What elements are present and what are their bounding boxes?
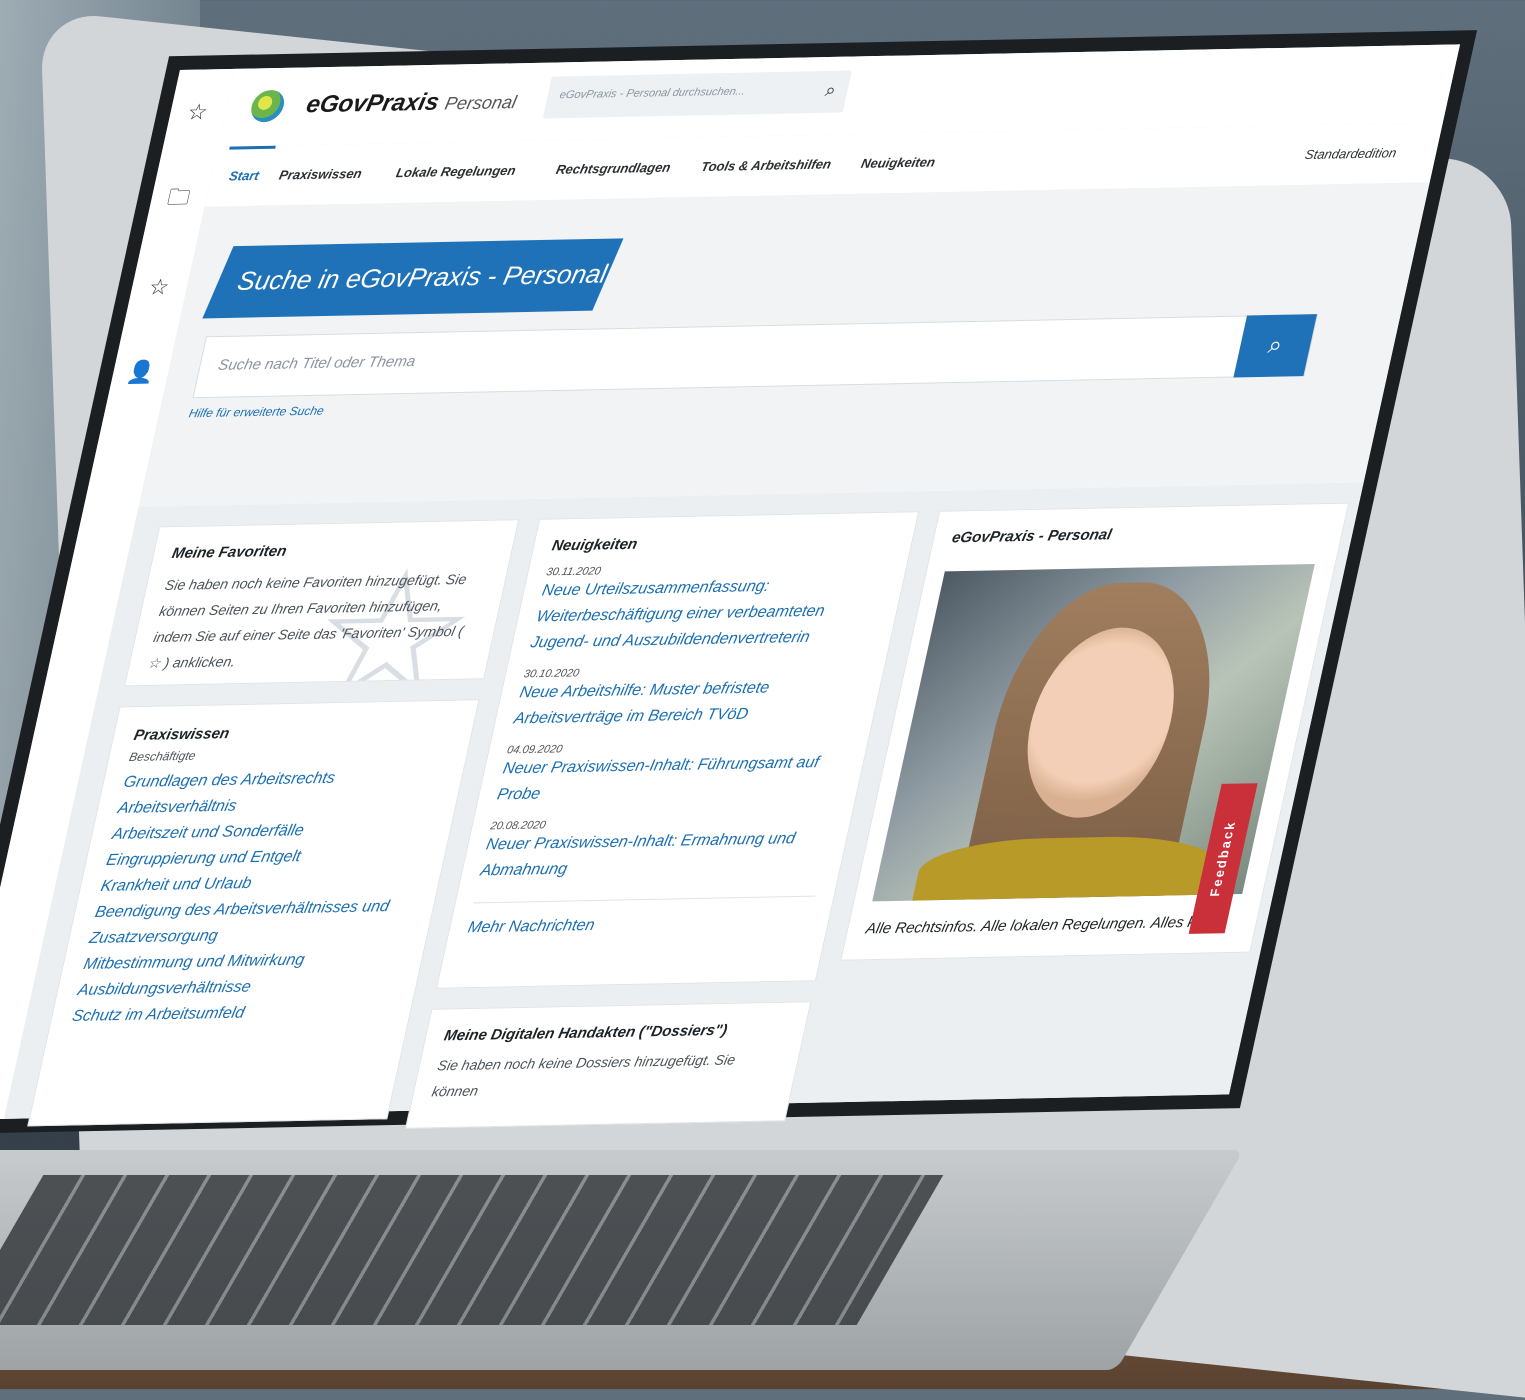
news-link[interactable]: Neuer Praxiswissen-Inhalt: Ermahnung und…: [478, 826, 831, 885]
dossiers-text: Sie haben noch keine Dossiers hinzugefüg…: [430, 1051, 737, 1100]
search-placeholder: Suche nach Titel oder Thema: [216, 352, 418, 374]
user-icon[interactable]: 👤: [124, 359, 158, 386]
edition-label: Standardedition: [1303, 145, 1398, 163]
praxis-link[interactable]: Beendigung des Arbeitsverhältnisses und …: [87, 894, 416, 952]
promo-card: eGovPraxis - Personal Alle Rechtsinfos. …: [840, 502, 1350, 961]
favorites-text: Sie haben noch keine Favoriten hinzugefü…: [146, 570, 469, 672]
more-news-link[interactable]: Mehr Nachrichten: [466, 917, 596, 937]
nav-praxiswissen[interactable]: Praxiswissen: [278, 166, 364, 183]
search-button[interactable]: ⌕: [1233, 314, 1318, 378]
top-search-input[interactable]: eGovPraxis - Personal durchsuchen... ⌕: [542, 70, 852, 119]
main-search-input[interactable]: Suche nach Titel oder Thema ⌕: [192, 314, 1319, 399]
praxis-link[interactable]: Schutz im Arbeitsumfeld: [69, 998, 393, 1030]
news-title: Neuigkeiten: [550, 535, 640, 555]
news-card: Neuigkeiten 30.11.2020 Neue Urteilszusam…: [435, 511, 920, 989]
nav-lokale-regelungen[interactable]: Lokale Regelungen: [395, 163, 518, 180]
screen-wrap: ☆ 🗀 ☆ 👤 eGovPraxis Personal eGovPraxis -…: [0, 0, 1525, 1389]
search-help-link[interactable]: Hilfe für erweiterte Suche: [188, 404, 326, 421]
browser-screen: ☆ 🗀 ☆ 👤 eGovPraxis Personal eGovPraxis -…: [0, 44, 1460, 1129]
folder-icon[interactable]: 🗀: [163, 184, 195, 211]
dossiers-card: Meine Digitalen Handakten ("Dossiers") S…: [405, 1001, 812, 1129]
nav-tools[interactable]: Tools & Arbeitshilfen: [700, 157, 833, 175]
search-panel: Suche in eGovPraxis - Personal Suche nac…: [138, 182, 1430, 507]
logo-icon[interactable]: [248, 89, 288, 123]
brand-subtitle: Personal: [442, 92, 519, 114]
brand-name[interactable]: eGovPraxis Personal: [304, 87, 520, 119]
favorites-card: ☆ Meine Favoriten Sie haben noch keine F…: [124, 519, 520, 687]
news-footer: Mehr Nachrichten: [465, 895, 816, 942]
nav-active-indicator: [229, 145, 276, 150]
nav-rechtsgrundlagen[interactable]: Rechtsgrundlagen: [555, 160, 672, 177]
news-link[interactable]: Neuer Praxiswissen-Inhalt: Führungsamt a…: [494, 750, 847, 809]
bookmark-star-icon[interactable]: ☆: [143, 274, 175, 301]
search-icon: ⌕: [1265, 331, 1286, 359]
promo-photo: [872, 564, 1315, 902]
dossiers-title: Meine Digitalen Handakten ("Dossiers"): [442, 1021, 729, 1045]
promo-caption: Alle Rechtsinfos. Alle lokalen Regelunge…: [864, 913, 1218, 938]
top-search-placeholder: eGovPraxis - Personal durchsuchen...: [558, 85, 747, 102]
photo-shirt: [907, 834, 1226, 902]
brand-title: eGovPraxis: [303, 88, 442, 119]
content-area: ☆ Meine Favoriten Sie haben noch keine F…: [4, 482, 1364, 1129]
promo-title: eGovPraxis - Personal: [950, 526, 1114, 547]
news-link[interactable]: Neue Arbeitshilfe: Muster befristete Arb…: [511, 674, 864, 733]
star-icon[interactable]: ☆: [182, 99, 214, 126]
feedback-label: Feedback: [1206, 820, 1239, 897]
news-link[interactable]: Neue Urteilszusammenfassung: Weiterbesch…: [528, 572, 887, 657]
praxiswissen-card: Praxiswissen Beschäftigte Grundlagen des…: [27, 699, 480, 1127]
nav-neuigkeiten[interactable]: Neuigkeiten: [860, 154, 937, 170]
nav-start[interactable]: Start: [228, 168, 261, 184]
search-icon[interactable]: ⌕: [823, 80, 837, 101]
